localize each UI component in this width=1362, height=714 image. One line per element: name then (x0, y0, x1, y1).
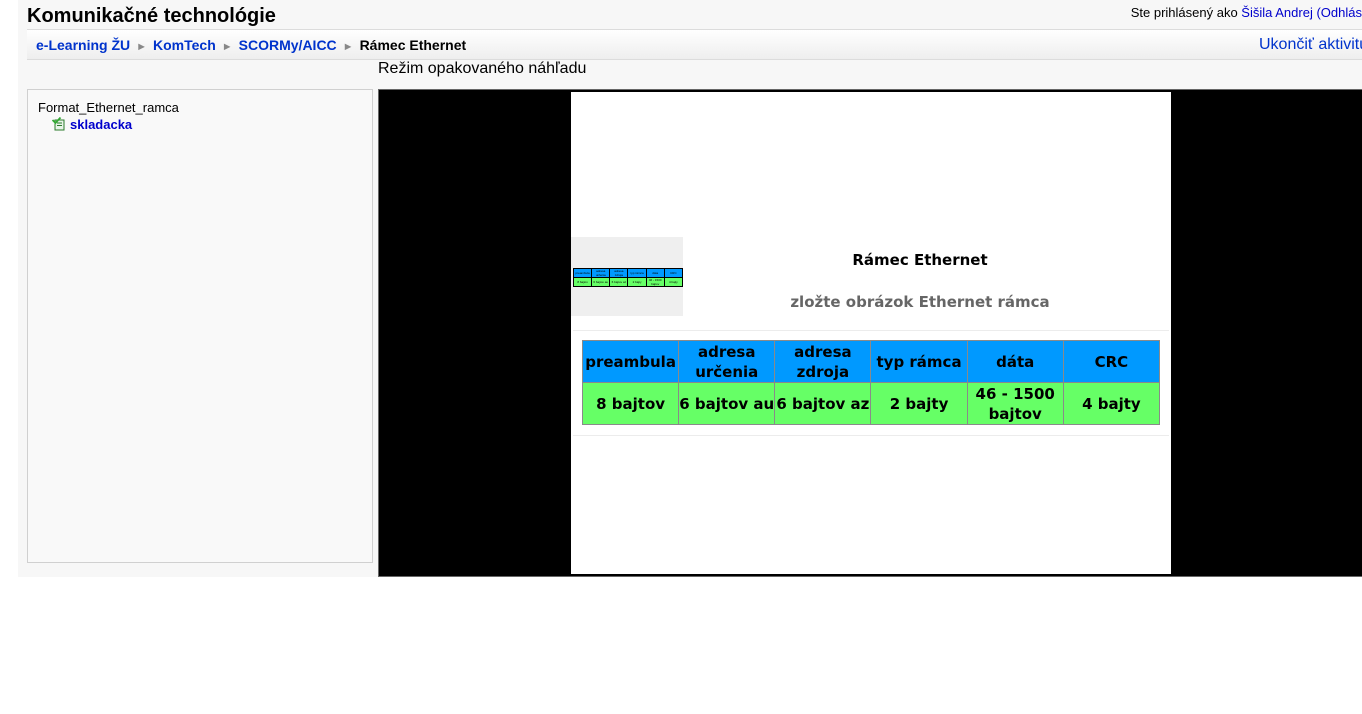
scorm-player: preambula adresa určenia adresa zdroja t… (378, 89, 1362, 577)
slide-title: Rámec Ethernet (852, 251, 988, 269)
header-row: preambula adresa určenia adresa zdroja t… (581, 340, 1161, 383)
frame-field-header[interactable]: adresa zdroja (774, 340, 872, 383)
frame-field-size[interactable]: 6 bajtov az (774, 382, 872, 425)
breadcrumb-separator: ► (342, 41, 354, 53)
login-info: Ste prihlásený ako Šišila Andrej (Odhlás (1131, 5, 1362, 20)
thumb-cell: 6 bajtov az (609, 277, 629, 287)
thumb-cell: dáta (645, 268, 665, 278)
breadcrumb-separator: ► (136, 41, 148, 53)
thumb-cell: CRC (663, 268, 684, 278)
navbar: e-Learning ŽU ► KomTech ► SCORMy/AICC ► Rámec … (27, 29, 1362, 60)
slide-subtitle: zložte obrázok Ethernet rámca (790, 293, 1050, 311)
thumb-cell: typ rámca (627, 268, 647, 278)
breadcrumb-komtech[interactable]: KomTech (153, 37, 216, 53)
breadcrumb-separator: ► (221, 41, 233, 53)
toc-item-skladacka[interactable]: skladacka (70, 117, 132, 132)
thumb-cell: preambula (572, 268, 593, 278)
thumb-cell: 46 - 1500 bajtov (645, 277, 665, 287)
thumb-cell: adresa zdroja (609, 268, 629, 278)
completed-check-icon (51, 116, 66, 131)
login-prefix: Ste prihlásený ako (1130, 5, 1242, 20)
thumb-cell: 4 bajty (663, 277, 684, 287)
thumb-cell: 2 bajty (627, 277, 647, 287)
divider (573, 435, 1169, 436)
frame-field-header[interactable]: CRC (1062, 340, 1161, 383)
thumb-cell: 8 bajtov (572, 277, 593, 287)
breadcrumb: e-Learning ŽU ► KomTech ► SCORMy/AICC ► Rámec … (36, 37, 466, 53)
user-name-link[interactable]: Šišila Andrej (1241, 5, 1313, 20)
page: Komunikačné technológie Ste prihlásený a… (18, 0, 1362, 577)
slide-stage[interactable]: preambula adresa určenia adresa zdroja t… (571, 92, 1171, 574)
toc-title: Format_Ethernet_ramca (38, 100, 179, 115)
frame-field-size[interactable]: 4 bajty (1062, 382, 1161, 425)
course-title: Komunikačné technológie (27, 5, 276, 27)
mode-label: Režim opakovaného náhľadu (378, 60, 587, 77)
frame-field-header[interactable]: preambula (581, 340, 680, 383)
frame-field-header[interactable]: adresa určenia (678, 340, 776, 383)
thumb-cell: 6 bajtov au (591, 277, 611, 287)
logout-link[interactable]: (Odhlás (1316, 5, 1362, 20)
frame-field-size[interactable]: 46 - 1500 bajtov (966, 382, 1064, 425)
toc-item[interactable]: skladacka (51, 116, 132, 132)
frame-field-size[interactable]: 8 bajtov (581, 382, 680, 425)
breadcrumb-current: Rámec Ethernet (359, 37, 467, 53)
thumbnail-preview[interactable]: preambula adresa určenia adresa zdroja t… (571, 237, 684, 316)
thumb-cell: adresa určenia (591, 268, 611, 278)
frame-field-header[interactable]: typ rámca (870, 340, 968, 383)
ethernet-frame-table: preambula adresa určenia adresa zdroja t… (581, 340, 1161, 425)
breadcrumb-scormy[interactable]: SCORMy/AICC (239, 37, 337, 53)
breadcrumb-elearning[interactable]: e-Learning ŽU (36, 37, 130, 53)
toc-panel: Format_Ethernet_ramca skladacka (27, 89, 373, 563)
value-row: 8 bajtov 6 bajtov au 6 bajtov az 2 bajty… (581, 382, 1161, 425)
frame-field-size[interactable]: 6 bajtov au (678, 382, 776, 425)
end-activity-button[interactable]: Ukončiť aktivitu (1259, 36, 1362, 54)
frame-field-header[interactable]: dáta (966, 340, 1064, 383)
divider (573, 330, 1169, 331)
frame-field-size[interactable]: 2 bajty (870, 382, 968, 425)
thumbnail-table: preambula adresa určenia adresa zdroja t… (572, 268, 684, 287)
